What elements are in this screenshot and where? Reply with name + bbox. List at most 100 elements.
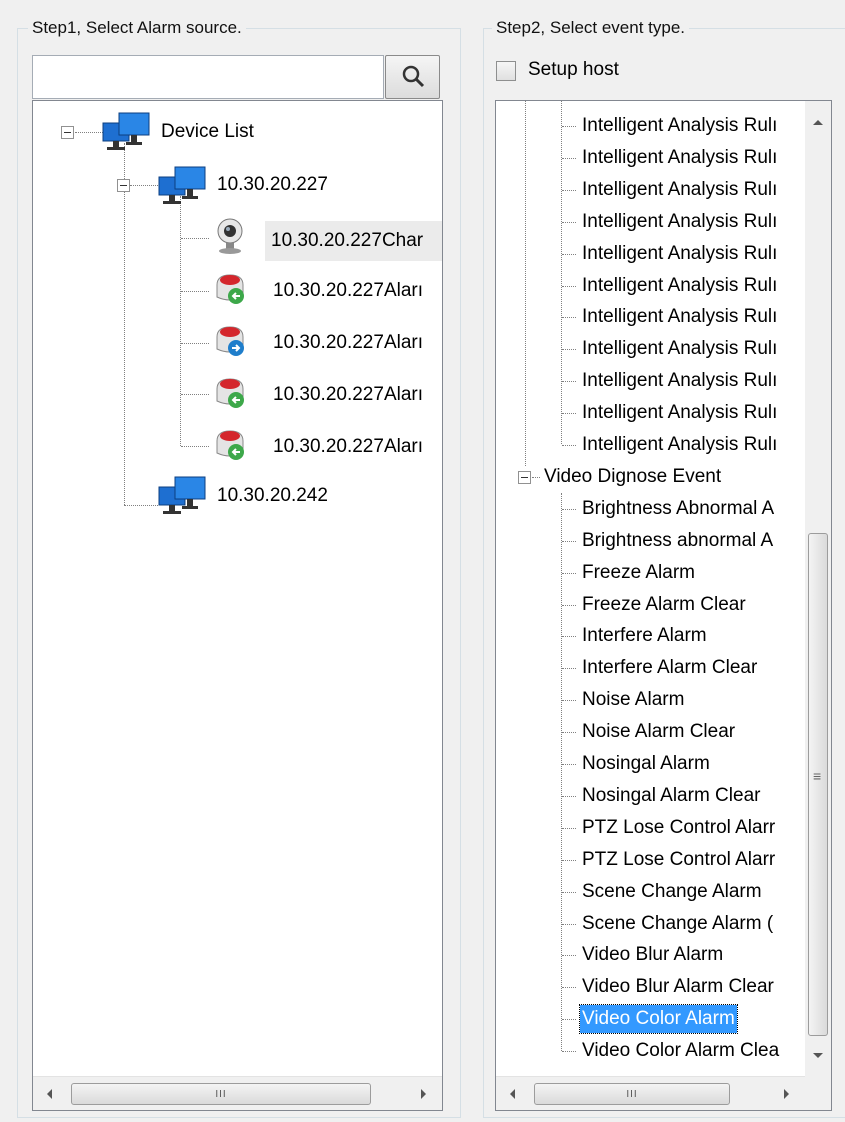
- event-type-item[interactable]: Scene Change Alarm: [580, 878, 764, 906]
- device-list-monitor-icon: [102, 112, 150, 150]
- event-type-label: Freeze Alarm Clear: [582, 593, 746, 615]
- event-type-item[interactable]: Brightness Abnormal A: [580, 495, 776, 523]
- scroll-thumb[interactable]: III: [71, 1083, 371, 1105]
- step2-title: Step2, Select event type.: [492, 18, 690, 38]
- event-type-label: Nosingal Alarm Clear: [582, 784, 761, 806]
- event-type-item[interactable]: Video Color Alarm Clea: [580, 1037, 781, 1065]
- search-button[interactable]: [385, 55, 440, 99]
- event-type-item[interactable]: Intelligent Analysis Rulı: [580, 208, 779, 236]
- event-type-item[interactable]: Interfere Alarm: [580, 622, 709, 650]
- event-type-item[interactable]: Brightness abnormal A: [580, 527, 775, 555]
- tree-node-label: Device List: [161, 121, 254, 142]
- event-type-item[interactable]: Intelligent Analysis Rulı: [580, 303, 779, 331]
- event-type-item[interactable]: PTZ Lose Control Alarr: [580, 846, 777, 874]
- event-type-item[interactable]: Intelligent Analysis Rulı: [580, 112, 779, 140]
- event-type-item[interactable]: Video Color Alarm: [579, 1004, 738, 1035]
- scroll-grip: III: [626, 1088, 638, 1100]
- alarm-output-blue-icon: [216, 326, 244, 356]
- scroll-left-arrow-icon[interactable]: [510, 1089, 515, 1099]
- event-type-label: Intelligent Analysis Rulı: [582, 115, 778, 136]
- event-type-item[interactable]: Intelligent Analysis Rulı: [580, 272, 779, 300]
- vertical-scrollbar[interactable]: ≡: [805, 101, 831, 1076]
- event-type-item[interactable]: Interfere Alarm Clear: [580, 654, 759, 682]
- event-type-tree[interactable]: Intelligent Analysis Rulı Intelligent Ana…: [495, 100, 832, 1111]
- scroll-up-arrow-icon[interactable]: [813, 120, 823, 125]
- scroll-thumb[interactable]: ≡: [808, 533, 828, 1036]
- event-type-label: Intelligent Analysis Rulı: [582, 402, 778, 424]
- tree-node-label: 10.30.20.227: [217, 174, 328, 195]
- event-type-item[interactable]: Intelligent Analysis Rulı: [580, 240, 779, 268]
- device-tree[interactable]: Device List 10.30.20.227 10.30.20.227Cha…: [32, 100, 443, 1111]
- event-type-label: Noise Alarm: [582, 689, 685, 711]
- scroll-grip: ≡: [813, 768, 822, 784]
- tree-node-label: 10.30.20.242: [217, 485, 328, 506]
- event-type-item[interactable]: Intelligent Analysis Rulı: [580, 144, 779, 172]
- alarm-input-green-icon: [216, 274, 244, 304]
- alarm-input-green-icon: [216, 378, 244, 408]
- event-type-label: PTZ Lose Control Alarr: [582, 816, 776, 838]
- collapse-device-button[interactable]: [117, 179, 130, 192]
- event-type-item[interactable]: Nosingal Alarm Clear: [580, 782, 762, 810]
- event-type-label: Nosingal Alarm: [582, 753, 710, 774]
- event-type-label: Scene Change Alarm (: [582, 912, 774, 934]
- scroll-down-arrow-icon[interactable]: [813, 1053, 823, 1058]
- tree-node-label: 10.30.20.227Aları: [273, 436, 424, 457]
- event-type-item[interactable]: Video Blur Alarm: [580, 941, 725, 969]
- tree-node-alarm[interactable]: 10.30.20.227Aları: [271, 329, 425, 357]
- alarm-input-green-icon: [216, 430, 244, 460]
- collapse-device-list-button[interactable]: [61, 126, 74, 139]
- event-type-label: Video Blur Alarm: [582, 944, 724, 966]
- scrollbar-corner: [805, 1076, 831, 1110]
- setup-host-label: Setup host: [528, 59, 619, 80]
- event-type-label: Brightness Abnormal A: [582, 497, 775, 519]
- event-type-label: Intelligent Analysis Rulı: [582, 178, 778, 200]
- horizontal-scrollbar[interactable]: III: [496, 1076, 805, 1110]
- event-type-label: Intelligent Analysis Rulı: [582, 242, 778, 264]
- device-monitor-icon: [158, 166, 206, 204]
- horizontal-scrollbar[interactable]: III: [33, 1076, 442, 1110]
- step1-title: Step1, Select Alarm source.: [28, 18, 246, 38]
- tree-node-alarm[interactable]: 10.30.20.227Aları: [271, 381, 425, 409]
- event-type-label: Intelligent Analysis Rulı: [582, 146, 778, 168]
- event-type-label: Noise Alarm Clear: [582, 721, 736, 743]
- event-type-item[interactable]: Intelligent Analysis Rulı: [580, 176, 779, 204]
- event-type-item[interactable]: Intelligent Analysis Rulı: [580, 399, 779, 427]
- tree-node-alarm[interactable]: 10.30.20.227Aları: [271, 277, 425, 305]
- scroll-right-arrow-icon[interactable]: [784, 1089, 789, 1099]
- scroll-right-arrow-icon[interactable]: [421, 1089, 426, 1099]
- event-group-video-dignose[interactable]: Video Dignose Event: [542, 463, 723, 491]
- search-input[interactable]: [32, 55, 384, 99]
- tree-node-label: 10.30.20.227Aları: [273, 384, 424, 405]
- scroll-left-arrow-icon[interactable]: [47, 1089, 52, 1099]
- event-type-item[interactable]: Intelligent Analysis Rulı: [580, 431, 779, 459]
- camera-icon: [217, 218, 243, 254]
- setup-host-checkbox[interactable]: [496, 61, 516, 81]
- event-type-item[interactable]: Nosingal Alarm: [580, 750, 712, 778]
- event-type-label: Brightness abnormal A: [582, 529, 774, 551]
- event-type-label: Intelligent Analysis Rulı: [582, 274, 778, 296]
- event-type-item[interactable]: Intelligent Analysis Rulı: [580, 335, 779, 363]
- tree-node-alarm[interactable]: 10.30.20.227Aları: [271, 433, 425, 461]
- event-type-item[interactable]: Noise Alarm Clear: [580, 718, 737, 746]
- event-type-item[interactable]: Freeze Alarm Clear: [580, 591, 748, 619]
- tree-node-channel[interactable]: 10.30.20.227Char: [265, 221, 442, 261]
- tree-node-label: 10.30.20.227Aları: [273, 332, 424, 353]
- collapse-video-group-button[interactable]: [518, 470, 531, 484]
- event-type-item[interactable]: Freeze Alarm: [580, 559, 697, 587]
- scroll-thumb[interactable]: III: [534, 1083, 730, 1105]
- event-type-label: Interfere Alarm: [582, 625, 707, 647]
- event-type-item[interactable]: Intelligent Analysis Rulı: [580, 367, 779, 395]
- event-type-item[interactable]: PTZ Lose Control Alarr: [580, 814, 777, 842]
- device-monitor-icon: [158, 476, 206, 514]
- event-type-item[interactable]: Scene Change Alarm (: [580, 910, 775, 938]
- tree-node-device[interactable]: 10.30.20.242: [215, 482, 330, 510]
- event-type-label: Intelligent Analysis Rulı: [582, 210, 778, 232]
- event-group-label: Video Dignose Event: [544, 465, 722, 487]
- tree-node-device[interactable]: 10.30.20.227: [215, 171, 330, 199]
- event-type-label: Video Color Alarm: [579, 1004, 738, 1035]
- event-type-label: Video Blur Alarm Clear: [582, 976, 774, 998]
- tree-node-label: 10.30.20.227Char: [265, 221, 442, 261]
- event-type-item[interactable]: Noise Alarm: [580, 686, 686, 714]
- tree-node-device-list[interactable]: Device List: [159, 118, 256, 146]
- event-type-item[interactable]: Video Blur Alarm Clear: [580, 973, 776, 1001]
